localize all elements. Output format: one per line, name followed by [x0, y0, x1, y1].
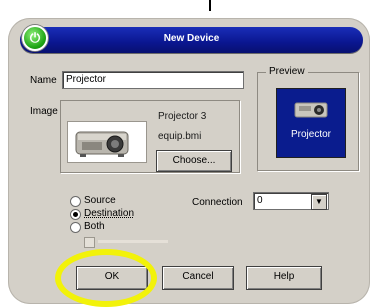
preview-panel: Projector: [276, 88, 346, 158]
preview-label: Preview: [266, 66, 308, 77]
name-input[interactable]: Projector: [62, 71, 244, 89]
image-file-text: equip.bmi: [158, 131, 202, 142]
chevron-down-icon[interactable]: ▼: [311, 194, 327, 210]
top-tick-mark: [209, 0, 211, 11]
disabled-checkbox-label: [98, 240, 168, 243]
name-label: Name: [30, 75, 57, 86]
choose-button[interactable]: Choose...: [156, 150, 232, 172]
radio-source[interactable]: [70, 196, 81, 207]
image-label: Image: [30, 106, 58, 117]
radio-destination[interactable]: [70, 209, 81, 220]
radio-source-label: Source: [84, 195, 116, 206]
power-icon: ⏻: [29, 30, 41, 45]
image-name-text: Projector 3: [158, 111, 207, 122]
projector-image: [75, 131, 129, 157]
connection-value: 0: [257, 195, 263, 206]
help-button[interactable]: Help: [246, 266, 322, 290]
connection-select[interactable]: 0 ▼: [253, 192, 329, 210]
radio-destination-label: Destination: [84, 208, 135, 219]
preview-caption: Projector: [290, 129, 331, 140]
projector-preview-icon: [294, 102, 328, 118]
radio-both-label: Both: [84, 221, 105, 232]
window-title: New Device: [163, 33, 220, 44]
image-thumbnail: [67, 121, 147, 163]
title-bar: New Device: [20, 27, 363, 53]
connection-label: Connection: [192, 197, 243, 208]
ok-highlight-circle: [55, 249, 157, 307]
radio-both[interactable]: [70, 222, 81, 233]
power-button[interactable]: ⏻: [22, 25, 48, 51]
cancel-button[interactable]: Cancel: [162, 266, 234, 290]
disabled-checkbox: [84, 237, 95, 248]
